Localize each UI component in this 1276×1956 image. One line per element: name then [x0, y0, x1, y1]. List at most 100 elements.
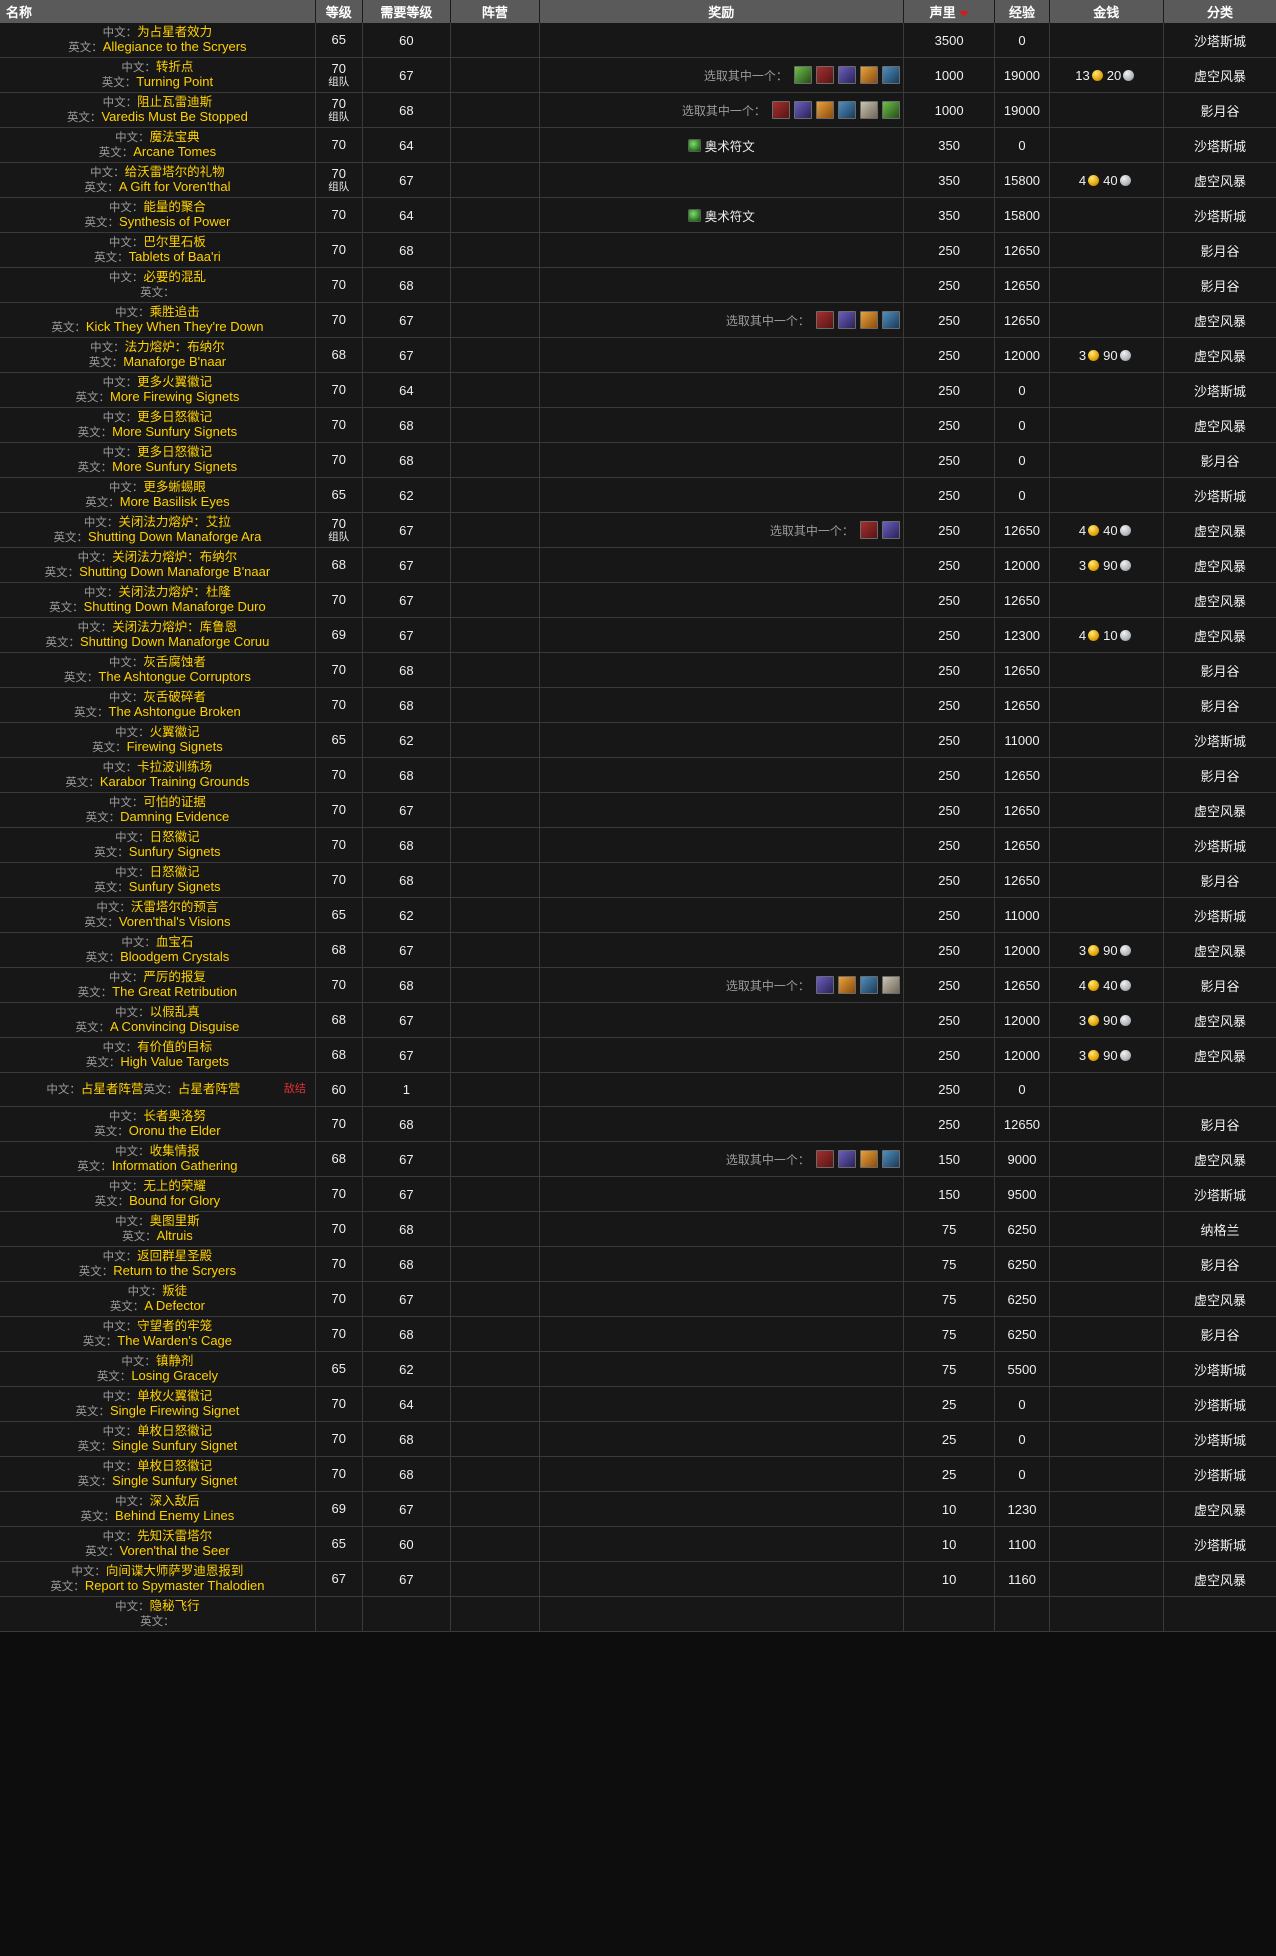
table-row[interactable]: 中文：更多火翼徽记 英文：More Firewing Signets 70 64 250…	[0, 372, 1276, 408]
quest-name-cell[interactable]: 中文：返回群星圣殿 英文：Return to the Scryers	[0, 1246, 316, 1282]
category-cell[interactable]: 影月谷	[1163, 687, 1276, 723]
category-cell[interactable]: 影月谷	[1163, 232, 1276, 268]
reward-item-icon[interactable]	[859, 101, 878, 119]
category-cell[interactable]: 虚空风暴	[1163, 1281, 1276, 1317]
category-cell[interactable]: 虚空风暴	[1163, 1491, 1276, 1527]
quest-name-en[interactable]: Allegiance to the Scryers	[103, 39, 247, 54]
reward-item-icon[interactable]	[859, 521, 878, 539]
category-cell[interactable]: 影月谷	[1163, 967, 1276, 1003]
category-cell[interactable]: 影月谷	[1163, 1316, 1276, 1352]
category-cell[interactable]: 沙塔斯城	[1163, 1351, 1276, 1387]
quest-name-en[interactable]: Synthesis of Power	[119, 214, 230, 229]
category-cell[interactable]: 影月谷	[1163, 652, 1276, 688]
quest-name-en[interactable]: The Warden's Cage	[117, 1333, 232, 1348]
quest-name-cell[interactable]: 中文：日怒徽记 英文：Sunfury Signets	[0, 862, 316, 898]
quest-name-cn[interactable]: 给沃雷塔尔的礼物	[125, 165, 225, 179]
category-cell[interactable]: 虚空风暴	[1163, 1037, 1276, 1073]
quest-name-cell[interactable]: 中文：转折点 英文：Turning Point	[0, 57, 316, 93]
table-row[interactable]: 中文：隐秘飞行 英文：	[0, 1596, 1276, 1632]
quest-name-cell[interactable]: 中文：有价值的目标 英文：High Value Targets	[0, 1037, 316, 1073]
quest-name-en[interactable]: High Value Targets	[120, 1054, 229, 1069]
reward-item-icon[interactable]	[881, 1150, 900, 1168]
category-cell[interactable]: 沙塔斯城	[1163, 1421, 1276, 1457]
quest-name-cell[interactable]: 中文：卡拉波训练场 英文：Karabor Training Grounds	[0, 757, 316, 793]
reward-item-icon[interactable]	[815, 976, 834, 994]
reward-item-icon[interactable]	[881, 521, 900, 539]
category-cell[interactable]: 影月谷	[1163, 757, 1276, 793]
column-header-required-level[interactable]: 需要等级	[362, 0, 452, 23]
quest-name-cn[interactable]: 血宝石	[156, 935, 194, 949]
sort-desc-arrow-icon[interactable]	[958, 10, 969, 17]
quest-name-cell[interactable]: 中文：单枚火翼徽记 英文：Single Firewing Signet	[0, 1386, 316, 1422]
quest-name-cn[interactable]: 火翼徽记	[150, 725, 200, 739]
quest-name-cn[interactable]: 无上的荣耀	[143, 1179, 206, 1193]
table-row[interactable]: 中文：单枚火翼徽记 英文：Single Firewing Signet 70 64 25…	[0, 1386, 1276, 1422]
reward-item-icon[interactable]	[815, 101, 834, 119]
table-row[interactable]: 中文：灰舌腐蚀者 英文：The Ashtongue Corruptors 70 68 2…	[0, 652, 1276, 688]
quest-name-en[interactable]: The Great Retribution	[112, 984, 237, 999]
category-cell[interactable]: 沙塔斯城	[1163, 827, 1276, 863]
quest-name-cell[interactable]: 中文：乘胜追击 英文：Kick They When They're Down	[0, 302, 316, 338]
table-row[interactable]: 中文：收集情报 英文：Information Gathering 68 67 选取其中一…	[0, 1141, 1276, 1177]
table-row[interactable]: 中文：法力熔炉：布纳尔 英文：Manaforge B'naar 68 67 250 120…	[0, 337, 1276, 373]
table-row[interactable]: 中文：血宝石 英文：Bloodgem Crystals 68 67 250 12000 3 9…	[0, 932, 1276, 968]
quest-name-en[interactable]: A Defector	[144, 1298, 205, 1313]
quest-name-cell[interactable]: 中文：可怕的证据 英文：Damning Evidence	[0, 792, 316, 828]
quest-name-cn[interactable]: 关闭法力熔炉：艾拉	[118, 515, 231, 529]
reward-spell-label[interactable]: 奥术符文	[705, 206, 755, 225]
table-row[interactable]: 中文：奥图里斯 英文：Altruis 70 68 75 6250 纳格兰	[0, 1211, 1276, 1247]
quest-name-cn[interactable]: 沃雷塔尔的预言	[131, 900, 219, 914]
table-row[interactable]: 中文：必要的混乱 英文： 70 68 250 12650 影月谷	[0, 267, 1276, 303]
quest-name-cn[interactable]: 转折点	[156, 60, 194, 74]
quest-name-cn[interactable]: 关闭法力熔炉：杜隆	[118, 585, 231, 599]
reward-item-icon[interactable]	[881, 976, 900, 994]
table-row[interactable]: 中文：能量的聚合 英文：Synthesis of Power 70 64 奥术符文 350…	[0, 197, 1276, 233]
quest-name-cell[interactable]: 中文：灰舌腐蚀者 英文：The Ashtongue Corruptors	[0, 652, 316, 688]
table-row[interactable]: 中文：魔法宝典 英文：Arcane Tomes 70 64 奥术符文 350 0 沙塔斯城	[0, 127, 1276, 163]
category-cell[interactable]: 沙塔斯城	[1163, 23, 1276, 58]
table-row[interactable]: 中文：可怕的证据 英文：Damning Evidence 70 67 250 12650 虚…	[0, 792, 1276, 828]
category-cell[interactable]: 沙塔斯城	[1163, 477, 1276, 513]
quest-name-cn[interactable]: 先知沃雷塔尔	[137, 1529, 212, 1543]
quest-name-cell[interactable]: 中文：能量的聚合 英文：Synthesis of Power	[0, 197, 316, 233]
reward-item-icon[interactable]	[881, 311, 900, 329]
quest-name-cn[interactable]: 镇静剂	[156, 1354, 194, 1368]
quest-name-cn[interactable]: 深入敌后	[150, 1494, 200, 1508]
category-cell[interactable]: 影月谷	[1163, 1106, 1276, 1142]
quest-name-cn[interactable]: 日怒徽记	[150, 865, 200, 879]
quest-name-cn[interactable]: 长者奥洛努	[143, 1109, 206, 1123]
table-row[interactable]: 中文：日怒徽记 英文：Sunfury Signets 70 68 250 12650 沙塔斯…	[0, 827, 1276, 863]
reward-item-icon[interactable]	[881, 66, 900, 84]
quest-name-cell[interactable]: 中文：深入敌后 英文：Behind Enemy Lines	[0, 1491, 316, 1527]
quest-name-cn[interactable]: 日怒徽记	[150, 830, 200, 844]
quest-name-en[interactable]: Shutting Down Manaforge B'naar	[79, 564, 270, 579]
column-header-category[interactable]: 分类	[1163, 0, 1276, 23]
category-cell[interactable]: 影月谷	[1163, 1246, 1276, 1282]
quest-name-cn[interactable]: 灰舌腐蚀者	[143, 655, 206, 669]
table-row[interactable]: 中文：卡拉波训练场 英文：Karabor Training Grounds 70 68…	[0, 757, 1276, 793]
reward-item-icon[interactable]	[837, 311, 856, 329]
quest-name-cell[interactable]: 中文：必要的混乱 英文：	[0, 267, 316, 303]
category-cell[interactable]: 沙塔斯城	[1163, 722, 1276, 758]
quest-name-en[interactable]: Information Gathering	[112, 1158, 238, 1173]
category-cell[interactable]: 沙塔斯城	[1163, 1176, 1276, 1212]
table-row[interactable]: 中文：单枚日怒徽记 英文：Single Sunfury Signet 70 68 25 0…	[0, 1421, 1276, 1457]
quest-name-cell[interactable]: 中文：向间谍大师萨罗迪恩报到 英文：Report to Spymaster Tha…	[0, 1561, 316, 1597]
table-row[interactable]: 中文：严厉的报复 英文：The Great Retribution 70 68 选取其中…	[0, 967, 1276, 1003]
quest-name-en[interactable]: Single Sunfury Signet	[112, 1473, 237, 1488]
table-row[interactable]: 中文：有价值的目标 英文：High Value Targets 68 67 250 120…	[0, 1037, 1276, 1073]
category-cell[interactable]	[1163, 1072, 1276, 1107]
quest-name-cell[interactable]: 中文：更多火翼徽记 英文：More Firewing Signets	[0, 372, 316, 408]
quest-name-en[interactable]: Single Firewing Signet	[110, 1403, 239, 1418]
reward-item-icon[interactable]	[859, 976, 878, 994]
quest-name-cn[interactable]: 隐秘飞行	[150, 1599, 200, 1613]
quest-name-cell[interactable]: 中文：沃雷塔尔的预言 英文：Voren'thal's Visions	[0, 897, 316, 933]
quest-name-cn[interactable]: 关闭法力熔炉：库鲁恩	[112, 620, 237, 634]
reward-spell-label[interactable]: 奥术符文	[705, 136, 755, 155]
quest-name-en[interactable]: A Gift for Voren'thal	[119, 179, 231, 194]
quest-name-cn[interactable]: 占星者阵营	[81, 1082, 144, 1096]
column-header-money[interactable]: 金钱	[1049, 0, 1165, 23]
quest-name-cell[interactable]: 中文：占星者阵营英文：占星者阵营 敌结	[0, 1072, 316, 1107]
quest-name-cn[interactable]: 守望者的牢笼	[137, 1319, 212, 1333]
quest-name-cn[interactable]: 卡拉波训练场	[137, 760, 212, 774]
